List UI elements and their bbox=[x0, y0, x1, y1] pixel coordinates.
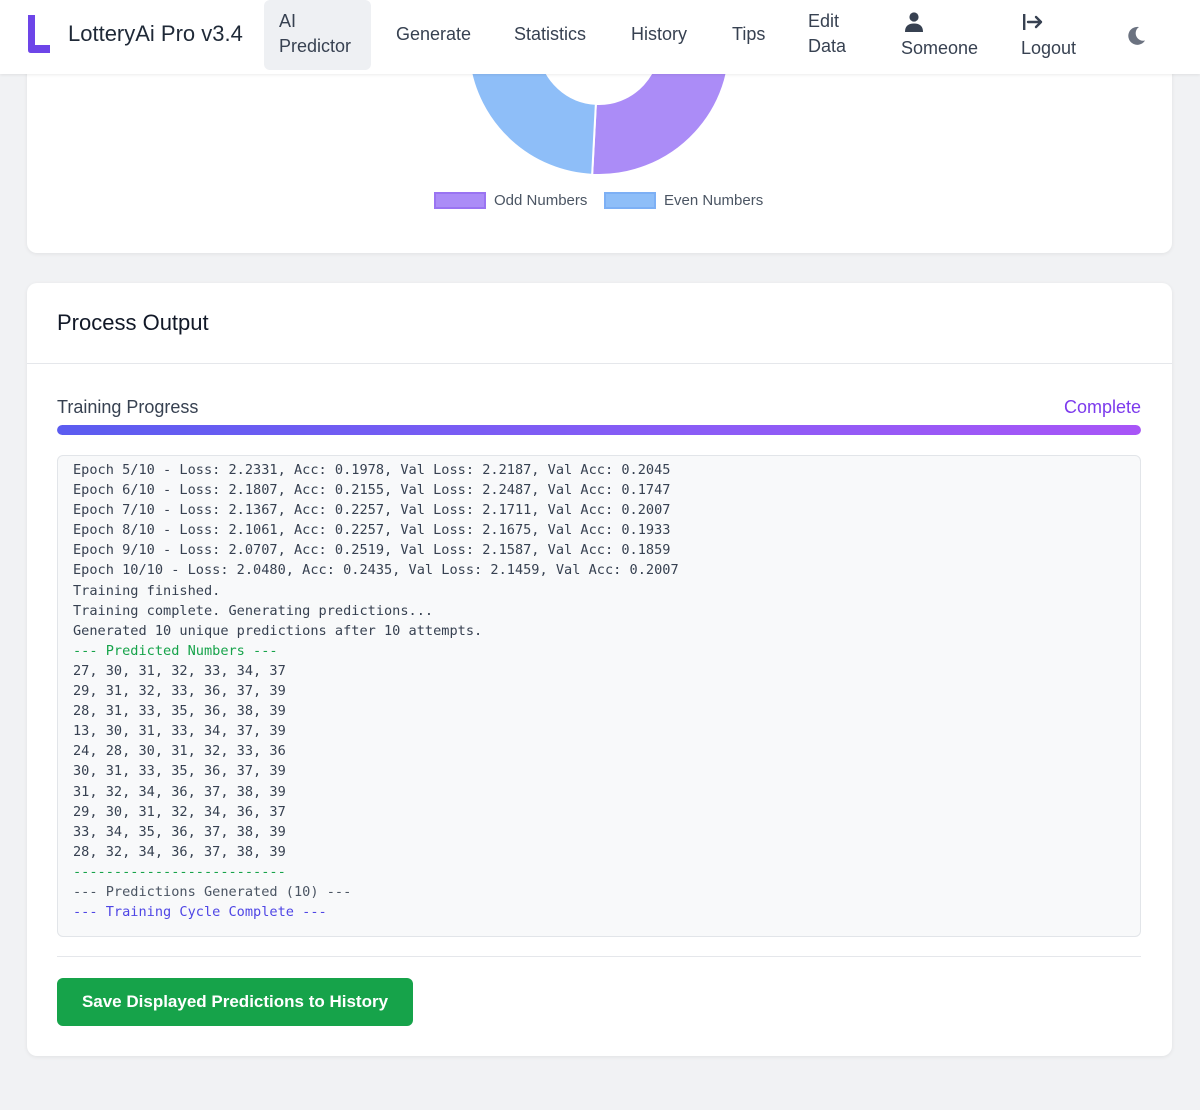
nav-edit-label-line2: Data bbox=[808, 36, 847, 56]
prediction-row: 27, 30, 31, 32, 33, 34, 37 bbox=[73, 662, 286, 679]
logout-icon bbox=[1021, 10, 1076, 36]
log-line: Training complete. Generating prediction… bbox=[73, 602, 434, 619]
user-icon bbox=[901, 10, 978, 36]
nav-generate[interactable]: Generate bbox=[396, 22, 471, 47]
header-divider bbox=[27, 363, 1172, 364]
legend-item-even[interactable]: Even Numbers bbox=[604, 192, 763, 209]
brand-title: LotteryAi Pro v3.4 bbox=[68, 21, 243, 46]
nav-statistics[interactable]: Statistics bbox=[514, 22, 586, 47]
moon-icon[interactable] bbox=[1124, 24, 1148, 48]
nav-user-menu[interactable]: Someone bbox=[901, 10, 978, 61]
nav-logout[interactable]: Logout bbox=[1021, 10, 1076, 61]
log-line: Epoch 6/10 - Loss: 2.1807, Acc: 0.2155, … bbox=[73, 482, 671, 499]
log-line: Training finished. bbox=[73, 582, 221, 599]
training-progress-status: Complete bbox=[1063, 397, 1141, 417]
log-line: Epoch 10/10 - Loss: 2.0480, Acc: 0.2435,… bbox=[73, 562, 679, 579]
log-line: Epoch 5/10 - Loss: 2.2331, Acc: 0.1978, … bbox=[73, 462, 671, 478]
predictions-generated-line: --- Predictions Generated (10) --- bbox=[73, 883, 352, 900]
nav-edit-label-line1: Edit bbox=[808, 11, 840, 31]
log-lines: Epoch 5/10 - Loss: 2.2331, Acc: 0.1978, … bbox=[73, 460, 1125, 641]
legend-label-odd: Odd Numbers bbox=[494, 192, 588, 209]
log-separator: -------------------------- bbox=[73, 863, 286, 880]
nav-ai-predictor[interactable]: AI Predictor bbox=[264, 0, 371, 70]
log-line: Epoch 8/10 - Loss: 2.1061, Acc: 0.2257, … bbox=[73, 522, 671, 539]
nav-user-label: Someone bbox=[901, 38, 979, 58]
training-progress-bar bbox=[57, 425, 1141, 435]
training-progress-label: Training Progress bbox=[57, 397, 199, 417]
legend-swatch-odd bbox=[434, 192, 486, 209]
process-output-title: Process Output bbox=[57, 310, 209, 335]
prediction-row: 31, 32, 34, 36, 37, 38, 39 bbox=[73, 783, 286, 800]
nav-logout-label: Logout bbox=[1021, 38, 1077, 58]
log-line: Epoch 7/10 - Loss: 2.1367, Acc: 0.2257, … bbox=[73, 502, 671, 519]
brand-logo-icon bbox=[26, 14, 52, 54]
nav-history[interactable]: History bbox=[631, 22, 687, 47]
brand[interactable]: LotteryAi Pro v3.4 bbox=[26, 14, 243, 54]
process-output-card: Process Output Training Progress Complet… bbox=[27, 283, 1172, 1056]
predicted-numbers-header: --- Predicted Numbers --- bbox=[73, 642, 278, 659]
log-line: Epoch 9/10 - Loss: 2.0707, Acc: 0.2519, … bbox=[73, 542, 671, 559]
prediction-row: 33, 34, 35, 36, 37, 38, 39 bbox=[73, 823, 286, 840]
prediction-row: 28, 31, 33, 35, 36, 38, 39 bbox=[73, 703, 286, 720]
prediction-row: 24, 28, 30, 31, 32, 33, 36 bbox=[73, 743, 286, 760]
nav-ai-predictor-label-line2: Predictor bbox=[279, 36, 352, 56]
top-navbar: LotteryAi Pro v3.4 AI Predictor Generate… bbox=[0, 0, 1200, 74]
log-line: Generated 10 unique predictions after 10… bbox=[73, 622, 483, 639]
save-predictions-button[interactable]: Save Displayed Predictions to History bbox=[57, 978, 413, 1026]
nav-ai-predictor-label-line1: AI bbox=[279, 11, 297, 31]
nav-edit-data[interactable]: Edit Data bbox=[808, 9, 846, 59]
process-log-console[interactable]: Epoch 5/10 - Loss: 2.2331, Acc: 0.1978, … bbox=[57, 455, 1141, 937]
training-cycle-complete-line: --- Training Cycle Complete --- bbox=[73, 904, 327, 921]
prediction-row: 30, 31, 33, 35, 36, 37, 39 bbox=[73, 763, 286, 780]
prediction-row: 29, 31, 32, 33, 36, 37, 39 bbox=[73, 683, 286, 700]
prediction-row: 29, 30, 31, 32, 34, 36, 37 bbox=[73, 803, 286, 820]
legend-item-odd[interactable]: Odd Numbers bbox=[434, 192, 587, 209]
training-progress-fill bbox=[57, 425, 1141, 435]
legend-swatch-even bbox=[604, 192, 656, 209]
prediction-row: 28, 32, 34, 36, 37, 38, 39 bbox=[73, 843, 286, 860]
legend-label-even: Even Numbers bbox=[664, 192, 764, 209]
prediction-row: 13, 30, 31, 33, 34, 37, 39 bbox=[73, 723, 286, 740]
footer-divider bbox=[57, 956, 1141, 957]
nav-tips[interactable]: Tips bbox=[732, 22, 765, 47]
prediction-list: 27, 30, 31, 32, 33, 34, 37 29, 31, 32, 33… bbox=[73, 661, 1125, 862]
